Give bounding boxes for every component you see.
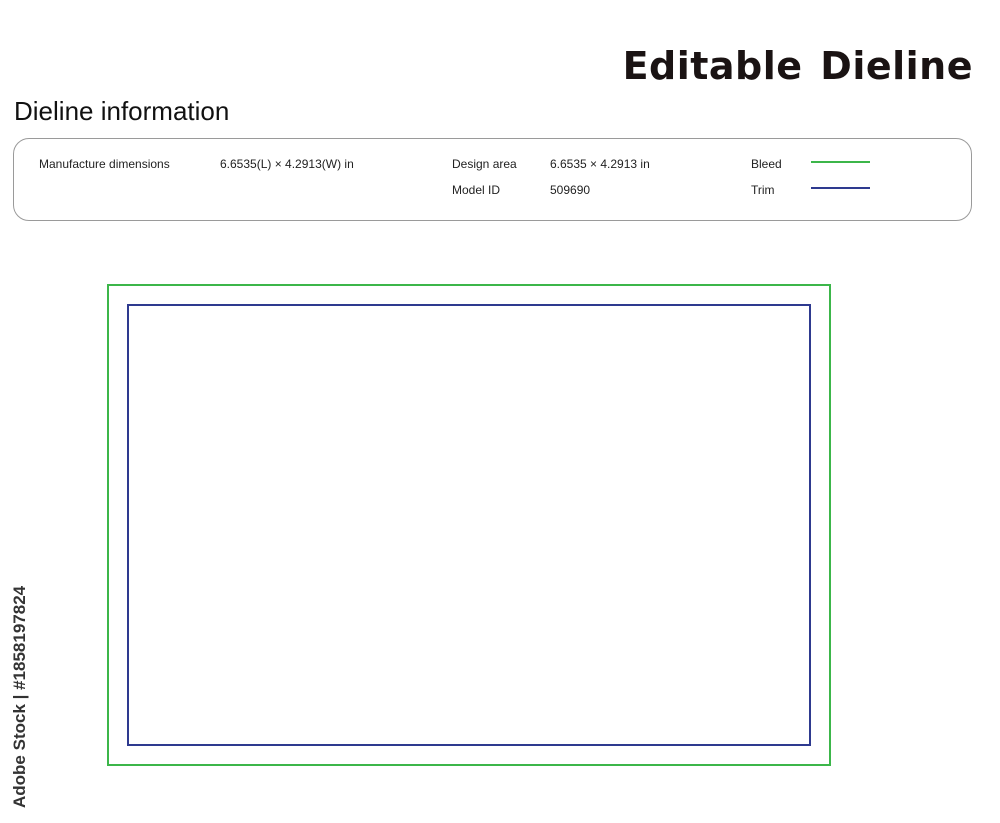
bleed-outline [107,284,831,766]
stock-watermark-text: Adobe Stock | #1858197824 [10,585,29,808]
page: { "header": { "brand_title": "Editable D… [0,0,1000,823]
dieline-drawing [107,284,831,766]
trim-outline [127,304,811,746]
